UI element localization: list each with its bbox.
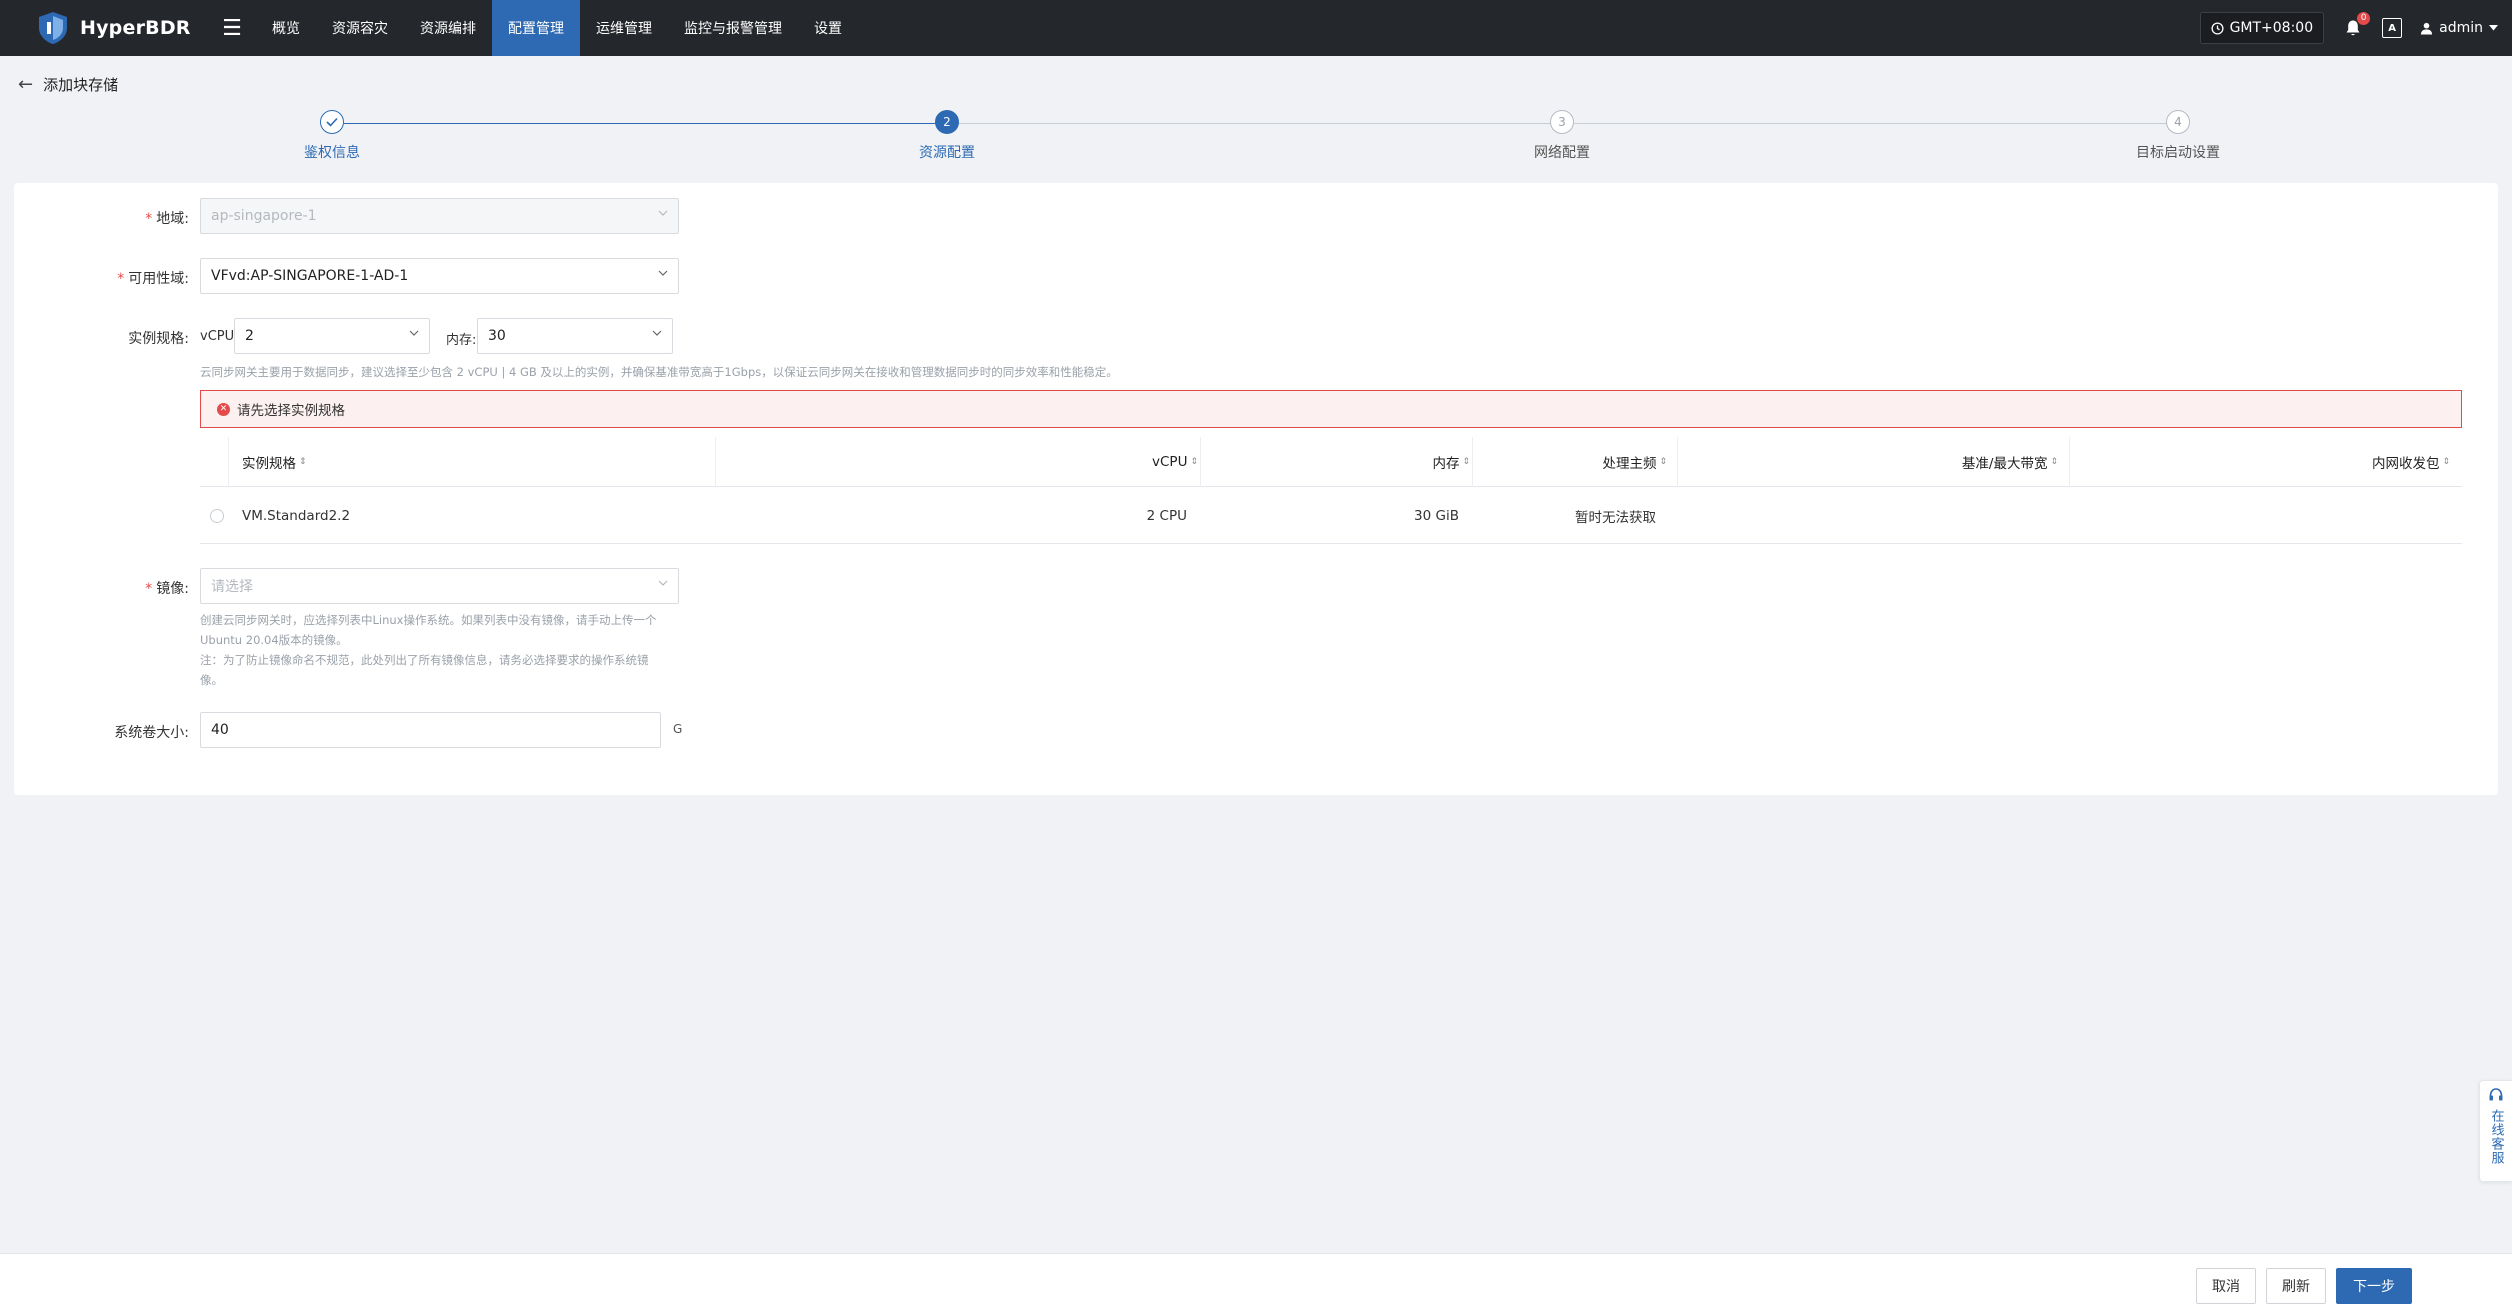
back-arrow-icon[interactable]: ←: [18, 74, 33, 95]
sort-icon: ⇕: [1462, 457, 1470, 467]
username: admin: [2439, 20, 2483, 36]
user-icon: [2421, 22, 2433, 35]
sort-icon: ⇕: [2050, 457, 2058, 467]
cell-frequency: 暂时无法获取: [1575, 509, 1656, 526]
timezone-label: GMT+08:00: [2229, 20, 2314, 36]
step-auth-info: 鉴权信息: [232, 110, 432, 162]
step-network-config: 3 网络配置: [1462, 110, 1662, 162]
sort-icon: ⇕: [1190, 457, 1198, 467]
column-header-frequency[interactable]: 处理主频 ⇕: [1602, 437, 1667, 487]
instance-spec-table: 实例规格 ⇕ vCPU ⇕ 内存 ⇕ 处理主频 ⇕ 基准/最大带宽 ⇕ 内网收发包 ⇕: [200, 437, 2462, 544]
image-select[interactable]: 请选择: [200, 568, 679, 604]
main-nav: 概览 资源容灾 资源编排 配置管理 运维管理 监控与报警管理 设置: [256, 0, 858, 56]
step-number: 2: [935, 110, 959, 134]
nav-item-config-management[interactable]: 配置管理: [492, 0, 580, 56]
caret-down-icon: [2489, 25, 2498, 31]
step-check-icon: [320, 110, 344, 134]
image-hint: 创建云同步网关时，应选择列表中Linux操作系统。如果列表中没有镜像，请手动上传…: [200, 613, 657, 687]
memory-label: 内存:: [446, 333, 477, 348]
instance-spec-hint: 云同步网关主要用于数据同步，建议选择至少包含 2 vCPU | 4 GB 及以上…: [200, 365, 1118, 379]
next-step-button[interactable]: 下一步: [2336, 1268, 2412, 1304]
refresh-button[interactable]: 刷新: [2266, 1268, 2326, 1304]
region-label: * 地域:: [145, 211, 189, 227]
system-disk-unit: G: [673, 722, 683, 736]
chevron-down-icon: [658, 580, 668, 586]
region-value: ap-singapore-1: [211, 208, 317, 224]
memory-value: 30: [488, 328, 506, 344]
timezone-button[interactable]: GMT+08:00: [2199, 12, 2325, 44]
column-header-bandwidth[interactable]: 基准/最大带宽 ⇕: [1962, 437, 2058, 487]
alert-text: 请先选择实例规格: [237, 403, 345, 419]
system-disk-input[interactable]: 40: [200, 712, 661, 748]
footer-action-bar: 取消 刷新 下一步: [0, 1253, 2512, 1314]
hamburger-menu-icon[interactable]: ☰: [212, 0, 252, 56]
nav-item-settings[interactable]: 设置: [798, 0, 858, 56]
step-resource-config: 2 资源配置: [847, 110, 1047, 162]
step-label: 目标启动设置: [2136, 145, 2220, 161]
sort-icon: ⇕: [1659, 457, 1667, 467]
online-service-label: 在线客服: [2488, 1109, 2504, 1165]
step-target-boot-settings: 4 目标启动设置: [2078, 110, 2278, 162]
nav-item-ops-management[interactable]: 运维管理: [580, 0, 668, 56]
notification-count-badge: 0: [2357, 12, 2371, 25]
step-label: 资源配置: [919, 145, 975, 161]
nav-item-monitoring-alerts[interactable]: 监控与报警管理: [668, 0, 798, 56]
cancel-button[interactable]: 取消: [2196, 1268, 2256, 1304]
cell-memory: 30 GiB: [1414, 507, 1459, 524]
page-title: 添加块存储: [43, 75, 119, 94]
image-placeholder: 请选择: [211, 579, 253, 595]
nav-item-resource-orchestration[interactable]: 资源编排: [404, 0, 492, 56]
region-select[interactable]: ap-singapore-1: [200, 198, 679, 234]
clock-icon: [2211, 21, 2224, 35]
vcpu-select[interactable]: 2: [234, 318, 430, 354]
app-name: HyperBDR: [80, 17, 191, 39]
chevron-down-icon: [658, 270, 668, 276]
availability-domain-select[interactable]: VFvd:AP-SINGAPORE-1-AD-1: [200, 258, 679, 294]
nav-item-resource-dr[interactable]: 资源容灾: [316, 0, 404, 56]
sort-icon: ⇕: [299, 457, 307, 467]
step-label: 网络配置: [1534, 145, 1590, 161]
shield-logo-icon: [39, 12, 67, 44]
headset-icon: [2489, 1088, 2503, 1101]
logo[interactable]: HyperBDR: [0, 0, 212, 56]
top-navbar: HyperBDR ☰ 概览 资源容灾 资源编排 配置管理 运维管理 监控与报警管…: [0, 0, 2512, 56]
page-header: ← 添加块存储: [18, 72, 118, 96]
memory-select[interactable]: 30: [477, 318, 673, 354]
step-number: 3: [1550, 110, 1574, 134]
language-switch-icon[interactable]: A: [2382, 18, 2403, 38]
table-header: 实例规格 ⇕ vCPU ⇕ 内存 ⇕ 处理主频 ⇕ 基准/最大带宽 ⇕ 内网收发包 ⇕: [200, 437, 2462, 487]
nav-item-overview[interactable]: 概览: [256, 0, 316, 56]
vcpu-label: vCPU:: [200, 329, 239, 344]
chevron-down-icon: [652, 330, 662, 336]
step-label: 鉴权信息: [304, 145, 360, 161]
user-menu[interactable]: admin: [2420, 20, 2498, 36]
availability-domain-value: VFvd:AP-SINGAPORE-1-AD-1: [211, 268, 409, 284]
error-alert: ✕ 请先选择实例规格: [200, 390, 2462, 428]
top-right-tools: GMT+08:00 0 A admin: [2199, 0, 2512, 56]
table-row[interactable]: VM.Standard2.2 2 CPU 30 GiB 暂时无法获取: [200, 487, 2462, 544]
wizard-steps: 鉴权信息 2 资源配置 3 网络配置 4 目标启动设置: [0, 110, 2512, 166]
chevron-down-icon: [658, 210, 668, 216]
vcpu-value: 2: [245, 328, 254, 344]
cell-spec: VM.Standard2.2: [242, 507, 351, 524]
column-header-vcpu[interactable]: vCPU ⇕: [1152, 437, 1198, 487]
chevron-down-icon: [409, 330, 419, 336]
online-service-tab[interactable]: 在线客服: [2479, 1080, 2512, 1182]
error-icon: ✕: [217, 402, 230, 416]
row-radio[interactable]: [210, 487, 224, 544]
image-label: * 镜像:: [145, 581, 189, 597]
column-header-pps[interactable]: 内网收发包 ⇕: [2372, 437, 2450, 487]
form-panel: * 地域: ap-singapore-1 * 可用性域: VFvd:AP-SINGA…: [14, 183, 2498, 795]
column-header-spec[interactable]: 实例规格 ⇕: [242, 437, 307, 487]
notifications-bell[interactable]: 0: [2342, 12, 2371, 40]
availability-domain-label: * 可用性域:: [117, 271, 189, 287]
sort-icon: ⇕: [2442, 457, 2450, 467]
system-disk-label: 系统卷大小:: [114, 725, 189, 741]
step-number: 4: [2166, 110, 2190, 134]
instance-spec-label: 实例规格:: [128, 331, 189, 347]
column-header-memory[interactable]: 内存 ⇕: [1432, 437, 1470, 487]
system-disk-value: 40: [211, 722, 229, 738]
cell-vcpu: 2 CPU: [1146, 507, 1187, 524]
